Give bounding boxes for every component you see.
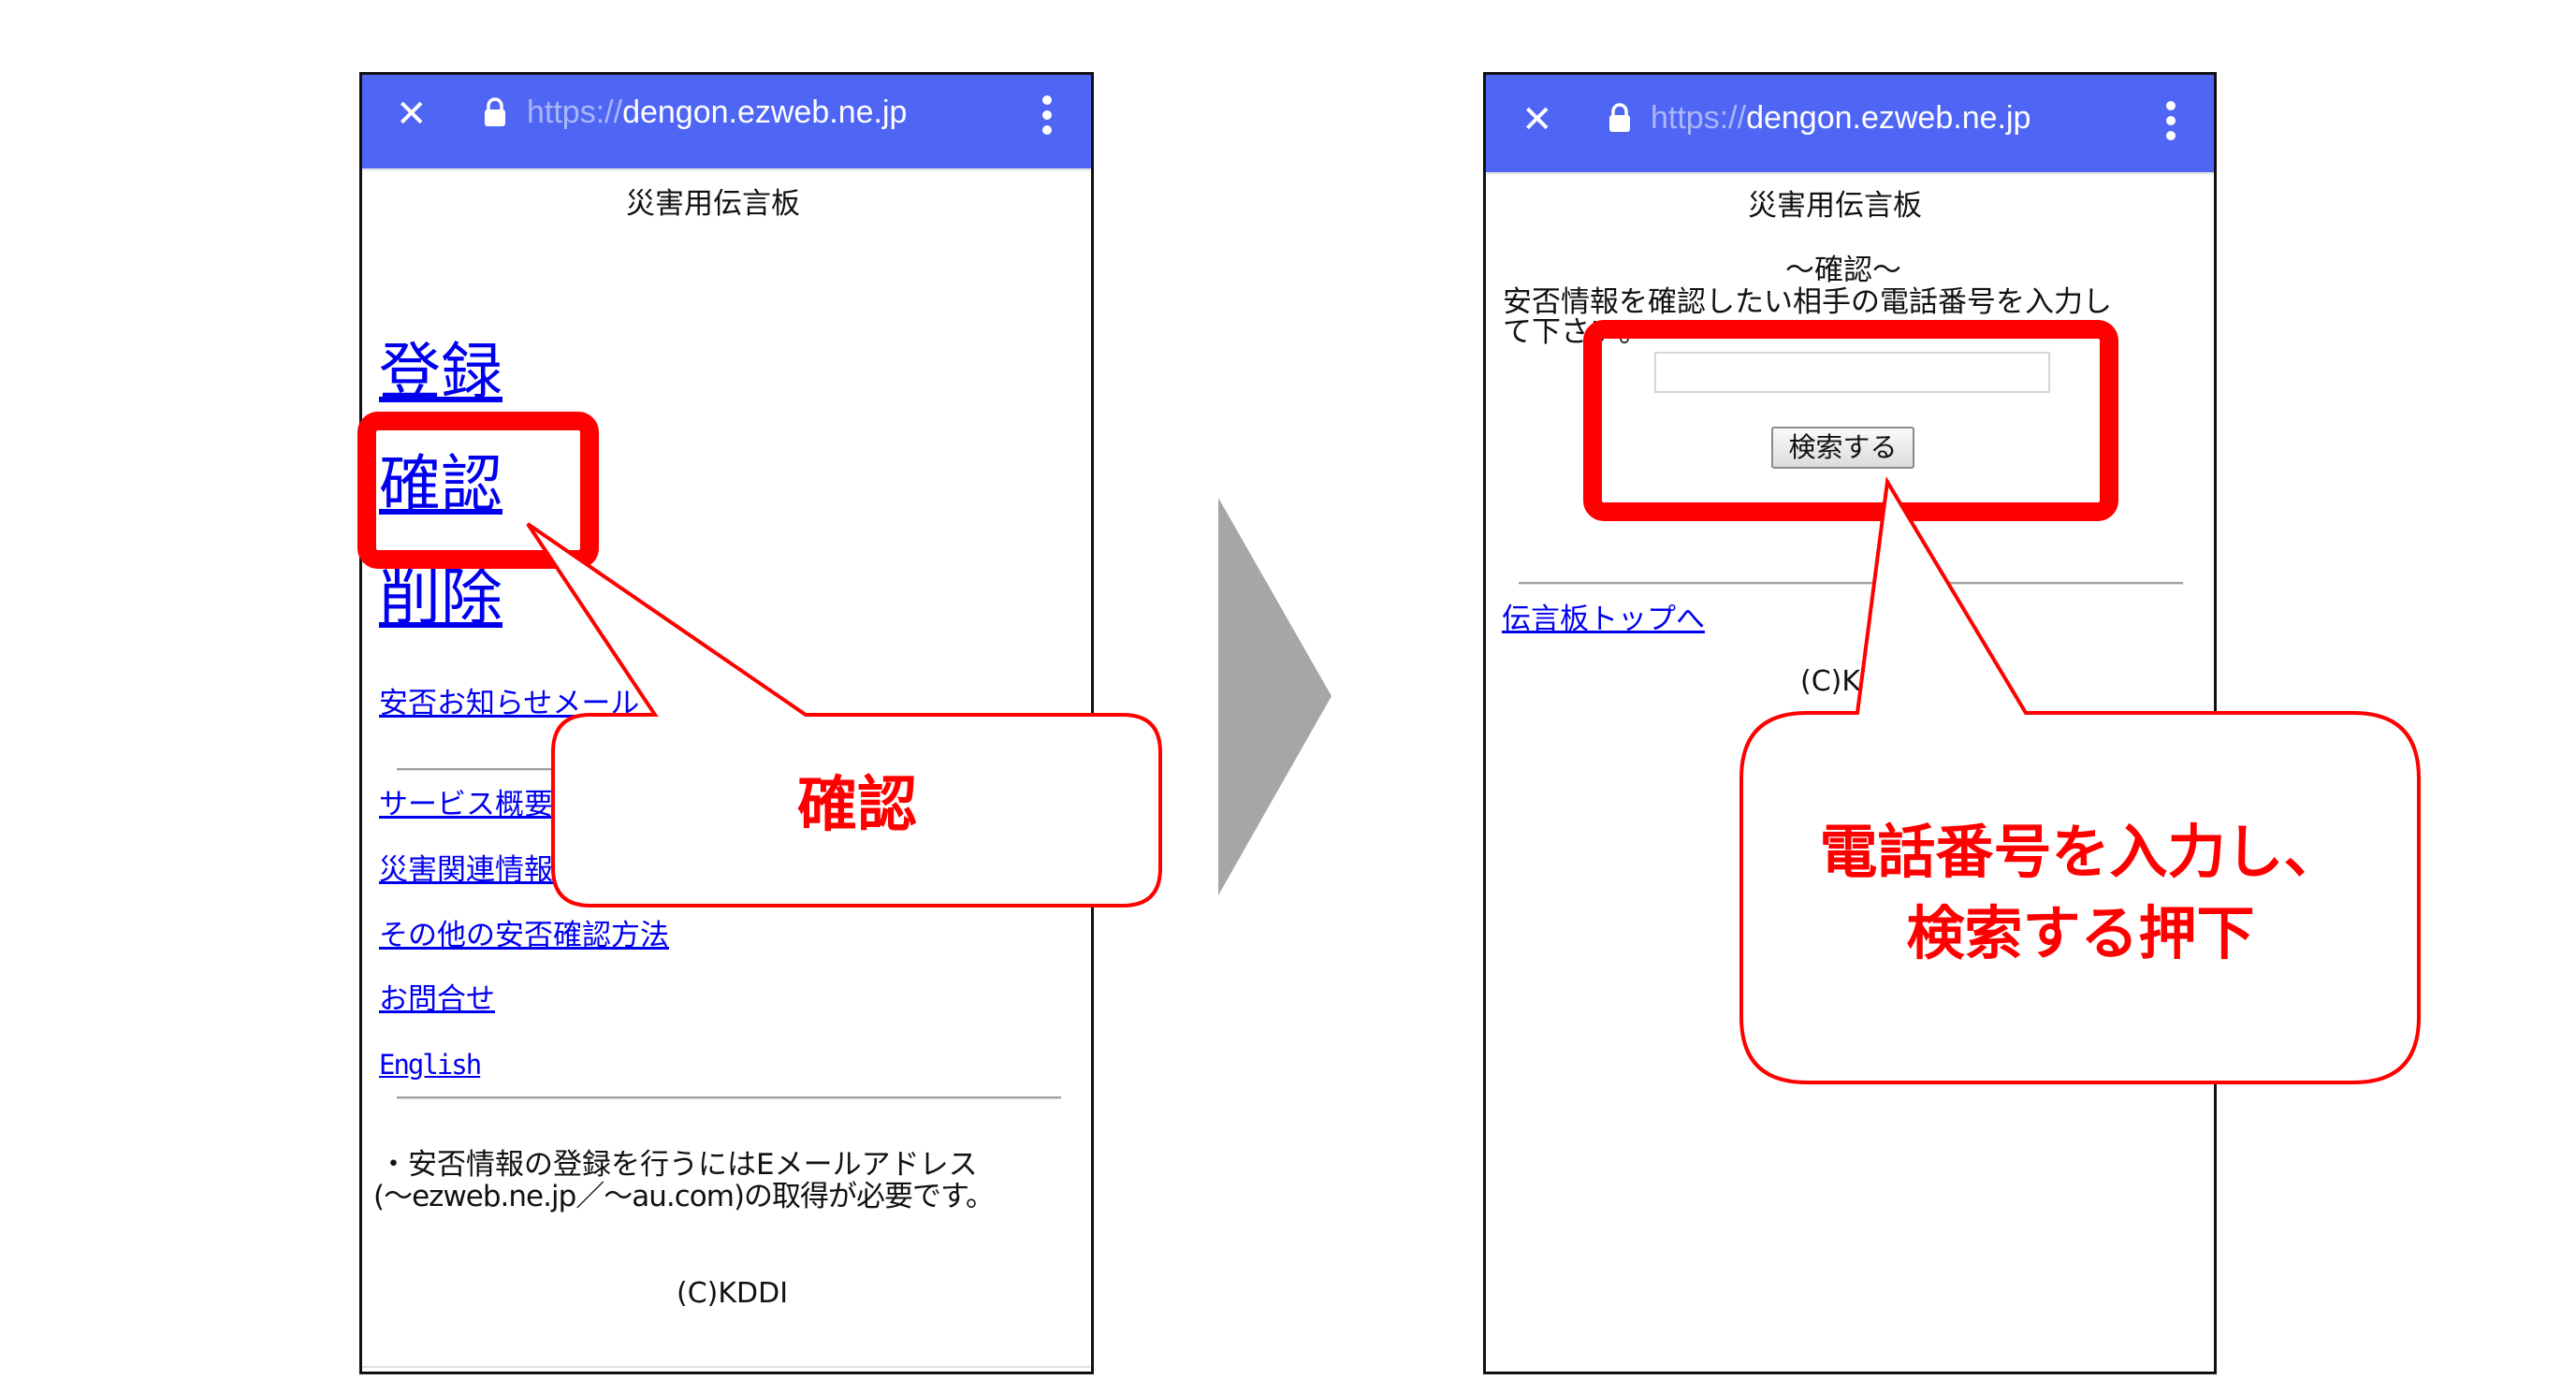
url-scheme: https:// (527, 94, 623, 130)
kebab-menu-icon[interactable] (2165, 101, 2176, 142)
url-host: dengon.ezweb.ne.jp (1746, 100, 2031, 136)
divider (397, 768, 1061, 771)
email-notice-line2: (〜ezweb.ne.jp／〜au.com)の取得が必要です。 (373, 1180, 995, 1213)
browser-toolbar: ✕ https://dengon.ezweb.ne.jp (362, 75, 1091, 168)
bottom-edge (362, 1366, 1091, 1368)
register-link[interactable]: 登録 (379, 339, 502, 406)
confirm-link-highlight (357, 412, 599, 569)
right-phone-screen: ✕ https://dengon.ezweb.ne.jp 災害用伝言板 〜確認〜… (1483, 72, 2217, 1374)
left-callout-text: 確認 (797, 771, 917, 840)
divider (397, 1096, 1061, 1099)
other-methods-link[interactable]: その他の安否確認方法 (379, 919, 669, 952)
arrow-shape (1218, 498, 1332, 895)
copyright: (C)KDDI (677, 1277, 789, 1310)
copyright: (C)KDDI (1800, 665, 1913, 698)
page-title: 災害用伝言板 (626, 187, 800, 221)
service-overview-link[interactable]: サービス概要 (379, 788, 553, 821)
instruction-line1: 安否情報を確認したい相手の電話番号を入力し (1503, 285, 2112, 319)
phone-form-highlight (1583, 320, 2118, 521)
url-host: dengon.ezweb.ne.jp (622, 94, 908, 130)
right-callout-text-line2: 検索する押下 (1906, 899, 2255, 967)
lock-icon (485, 97, 505, 126)
contact-link[interactable]: お問合せ (379, 982, 495, 1016)
right-callout-text-line1: 電話番号を入力し、 (1819, 818, 2342, 886)
safety-notice-mail-link[interactable]: 安否お知らせメール (379, 687, 639, 720)
close-icon[interactable]: ✕ (1521, 101, 1553, 138)
kebab-menu-icon[interactable] (1041, 95, 1053, 137)
browser-toolbar: ✕ https://dengon.ezweb.ne.jp (1486, 75, 2214, 172)
delete-link[interactable]: 削除 (379, 564, 502, 632)
board-top-link[interactable]: 伝言板トップへ (1502, 603, 1705, 636)
url-bar[interactable]: https://dengon.ezweb.ne.jp (527, 94, 907, 131)
url-scheme: https:// (1651, 100, 1747, 136)
left-phone-screen: ✕ https://dengon.ezweb.ne.jp 災害用伝言板 登録 確… (359, 72, 1094, 1374)
divider (1519, 582, 2183, 585)
section-heading: 〜確認〜 (1785, 254, 1901, 287)
page-title: 災害用伝言板 (1748, 189, 1922, 223)
url-bar[interactable]: https://dengon.ezweb.ne.jp (1651, 99, 2030, 137)
lock-icon (1609, 103, 1630, 132)
disaster-info-link[interactable]: 災害関連情報 (379, 853, 553, 887)
email-notice-line1: ・安否情報の登録を行うにはEメールアドレス (379, 1148, 978, 1182)
english-link[interactable]: English (379, 1048, 482, 1082)
close-icon[interactable]: ✕ (396, 95, 428, 133)
